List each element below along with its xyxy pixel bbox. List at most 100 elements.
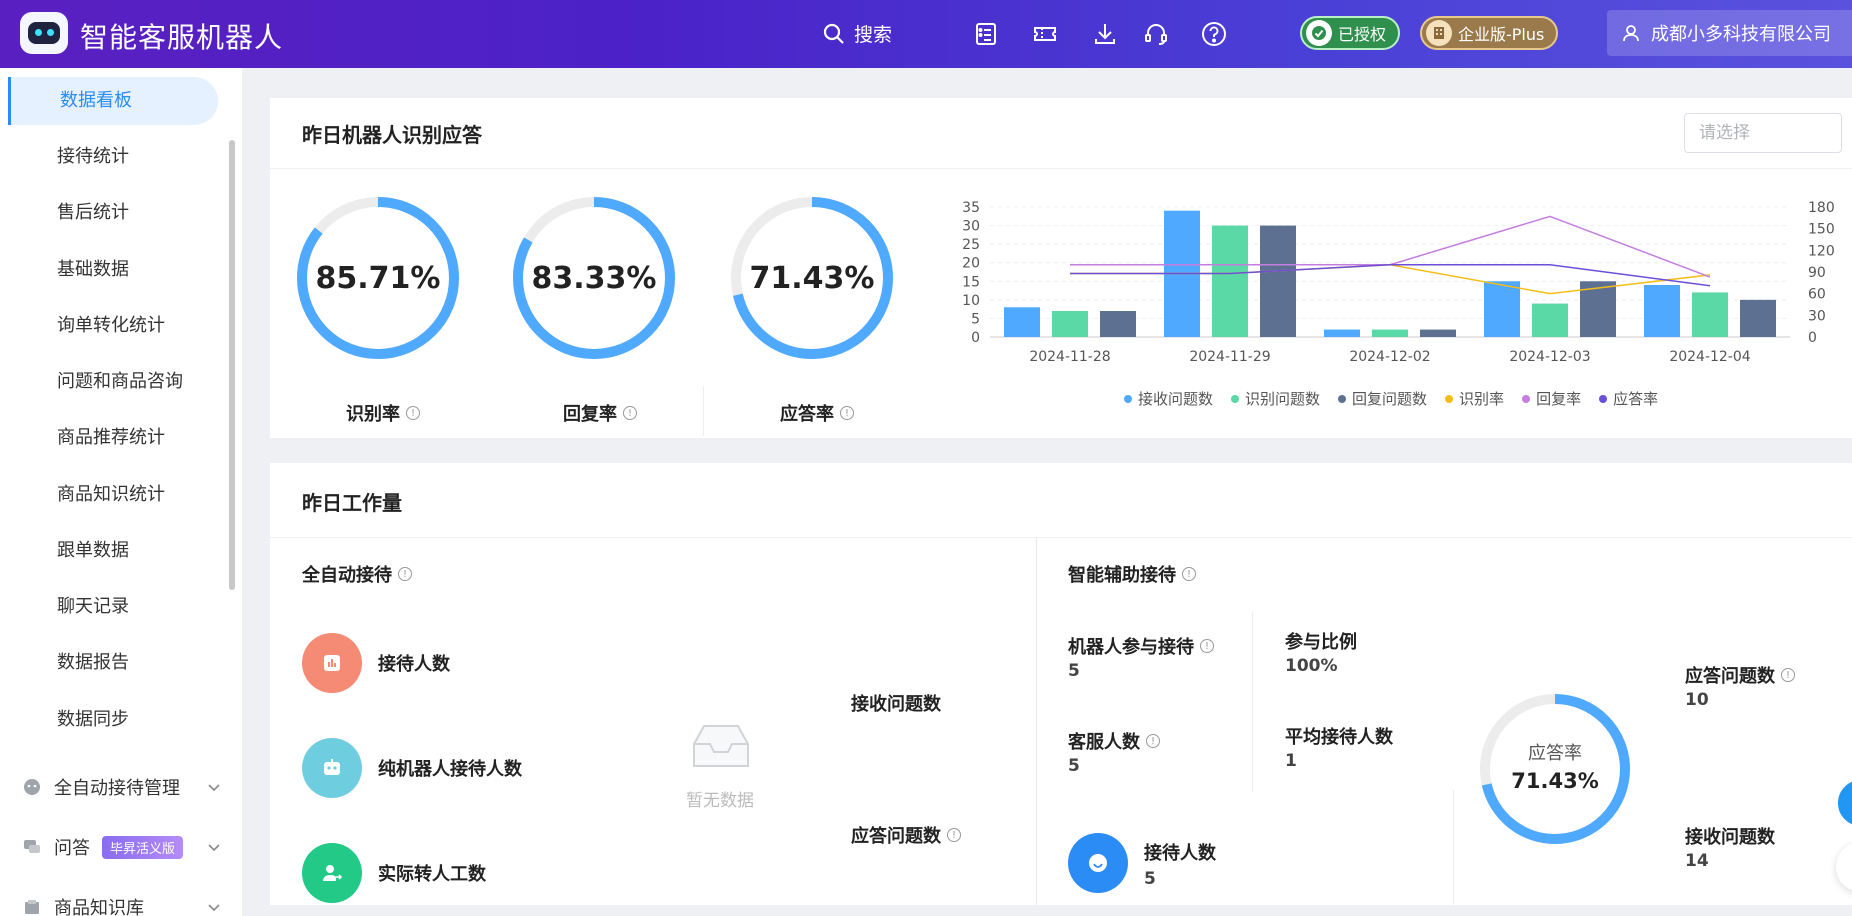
sidebar-group-qa[interactable]: 问答 毕昇活义版: [22, 827, 222, 867]
sidebar-item-knowledge-stats[interactable]: 商品知识统计: [0, 471, 210, 519]
ring-value: 71.43%: [1511, 769, 1599, 793]
bar-chart-icon: [302, 633, 362, 693]
chat-icon: [1068, 833, 1128, 893]
chart-bar: [1100, 311, 1136, 337]
stat-label: 纯机器人接待人数: [378, 759, 522, 780]
recv-count-value: 14: [1685, 851, 1709, 871]
card-divider: [270, 537, 1852, 538]
y2-tick-label: 60: [1808, 287, 1826, 303]
recv-question-label: 接收问题数: [851, 694, 941, 715]
y2-tick-label: 150: [1808, 222, 1835, 238]
chart-bar: [1532, 303, 1568, 337]
sidebar-group-knowledge[interactable]: 商品知识库: [22, 887, 222, 916]
y-tick-label: 5: [971, 311, 980, 327]
sidebar-item-inquiry-conversion[interactable]: 询单转化统计: [0, 302, 210, 350]
headset-icon[interactable]: [1142, 20, 1170, 48]
answer-rate-ring: 71.43%: [730, 196, 894, 360]
sidebar-item-dashboard[interactable]: 数据看板: [8, 77, 218, 125]
sidebar-item-data-report[interactable]: 数据报告: [0, 639, 210, 687]
assist-answer-ring: 应答率 71.43%: [1479, 693, 1631, 845]
info-icon[interactable]: !: [1781, 668, 1795, 682]
sidebar-item-aftersale-stats[interactable]: 售后统计: [0, 189, 210, 237]
legend-item[interactable]: 识别问题数: [1231, 388, 1320, 409]
check-circle-icon: [1306, 20, 1332, 46]
company-name: 成都小多科技有限公司: [1651, 24, 1831, 45]
x-tick-label: 2024-11-28: [1029, 349, 1110, 365]
card-title: 昨日机器人识别应答: [302, 123, 482, 147]
legend-swatch: [1599, 394, 1608, 403]
sidebar-group-label: 商品知识库: [54, 898, 144, 916]
robot-join-label: 机器人参与接待!: [1068, 633, 1214, 659]
ticket-icon[interactable]: [1031, 20, 1059, 48]
x-tick-label: 2024-12-04: [1669, 349, 1750, 365]
sidebar-item-data-sync[interactable]: 数据同步: [0, 696, 210, 744]
info-icon[interactable]: !: [947, 828, 961, 842]
download-icon[interactable]: [1091, 20, 1119, 48]
version-tag: 毕昇活义版: [102, 835, 184, 859]
auto-reception-title: 全自动接待!: [302, 561, 412, 587]
answer-count-label: 应答问题数!: [1685, 662, 1795, 688]
info-icon[interactable]: !: [1200, 639, 1214, 653]
sidebar-item-chat-records[interactable]: 聊天记录: [0, 583, 210, 631]
help-icon[interactable]: [1200, 20, 1228, 48]
legend-swatch: [1445, 394, 1454, 403]
info-icon[interactable]: !: [406, 406, 420, 420]
checklist-icon[interactable]: [972, 20, 1000, 48]
info-icon[interactable]: !: [840, 406, 854, 420]
sidebar-scrollbar[interactable]: [229, 140, 235, 590]
empty-inbox-icon: [686, 722, 756, 772]
sidebar-group-label: 问答: [54, 838, 90, 859]
sidebar-group-auto-reception[interactable]: 全自动接待管理: [22, 767, 222, 807]
sidebar-item-basic-data[interactable]: 基础数据: [0, 246, 210, 294]
cs-count-value: 5: [1068, 756, 1080, 776]
sidebar-item-recommend-stats[interactable]: 商品推荐统计: [0, 414, 210, 462]
y2-tick-label: 120: [1808, 243, 1835, 259]
legend-item[interactable]: 回复率: [1522, 388, 1581, 409]
sidebar-item-question-product[interactable]: 问题和商品咨询: [0, 358, 210, 406]
company-menu[interactable]: 成都小多科技有限公司: [1607, 10, 1852, 56]
info-icon[interactable]: !: [1146, 734, 1160, 748]
legend-item[interactable]: 接收问题数: [1124, 388, 1213, 409]
authorized-badge: 已授权: [1300, 16, 1401, 50]
y-tick-label: 15: [962, 274, 980, 290]
section-divider: [1036, 538, 1037, 905]
info-icon[interactable]: !: [1182, 567, 1196, 581]
legend-swatch: [1124, 394, 1132, 403]
y-tick-label: 0: [971, 330, 980, 346]
avg-label: 平均接待人数: [1285, 727, 1393, 748]
stat-label: 实际转人工数: [378, 864, 486, 885]
sidebar-item-followup-data[interactable]: 跟单数据: [0, 527, 210, 575]
ring-label: 应答率: [1528, 743, 1582, 764]
assist-divider: [1453, 790, 1454, 905]
y2-tick-label: 90: [1808, 265, 1826, 281]
legend-item[interactable]: 识别率: [1445, 388, 1504, 409]
y-tick-label: 20: [962, 256, 980, 272]
search-icon: [823, 23, 844, 44]
sidebar-group-label: 全自动接待管理: [54, 778, 180, 799]
info-icon[interactable]: !: [623, 406, 637, 420]
legend-item[interactable]: 回复问题数: [1338, 388, 1427, 409]
search-button[interactable]: 搜索: [822, 20, 892, 47]
chart-bar: [1484, 281, 1520, 337]
chart-bar: [1692, 292, 1728, 337]
y2-tick-label: 180: [1808, 200, 1835, 216]
info-icon[interactable]: !: [398, 567, 412, 581]
reply-rate-label: 回复率!: [563, 400, 637, 426]
y2-tick-label: 30: [1808, 308, 1826, 324]
user-icon: [1623, 25, 1639, 42]
date-select[interactable]: 请选择: [1684, 113, 1842, 153]
chart-bar: [1212, 225, 1248, 337]
y-tick-label: 25: [962, 237, 980, 253]
chart-bar: [1420, 329, 1456, 337]
robot-logo-icon: [20, 12, 68, 54]
legend-item[interactable]: 应答率: [1599, 388, 1658, 409]
sub-title-text: 全自动接待: [302, 565, 392, 586]
y2-tick-label: 0: [1808, 330, 1817, 346]
ring-label-text: 识别率: [346, 404, 400, 425]
ring-divider: [703, 386, 704, 436]
answer-rate-value: 71.43%: [749, 260, 875, 296]
sidebar-item-reception-stats[interactable]: 接待统计: [0, 133, 210, 181]
reply-rate-value: 83.33%: [531, 260, 657, 296]
chart-bar: [1644, 285, 1680, 337]
recognition-rate-ring: 85.71%: [296, 196, 460, 360]
